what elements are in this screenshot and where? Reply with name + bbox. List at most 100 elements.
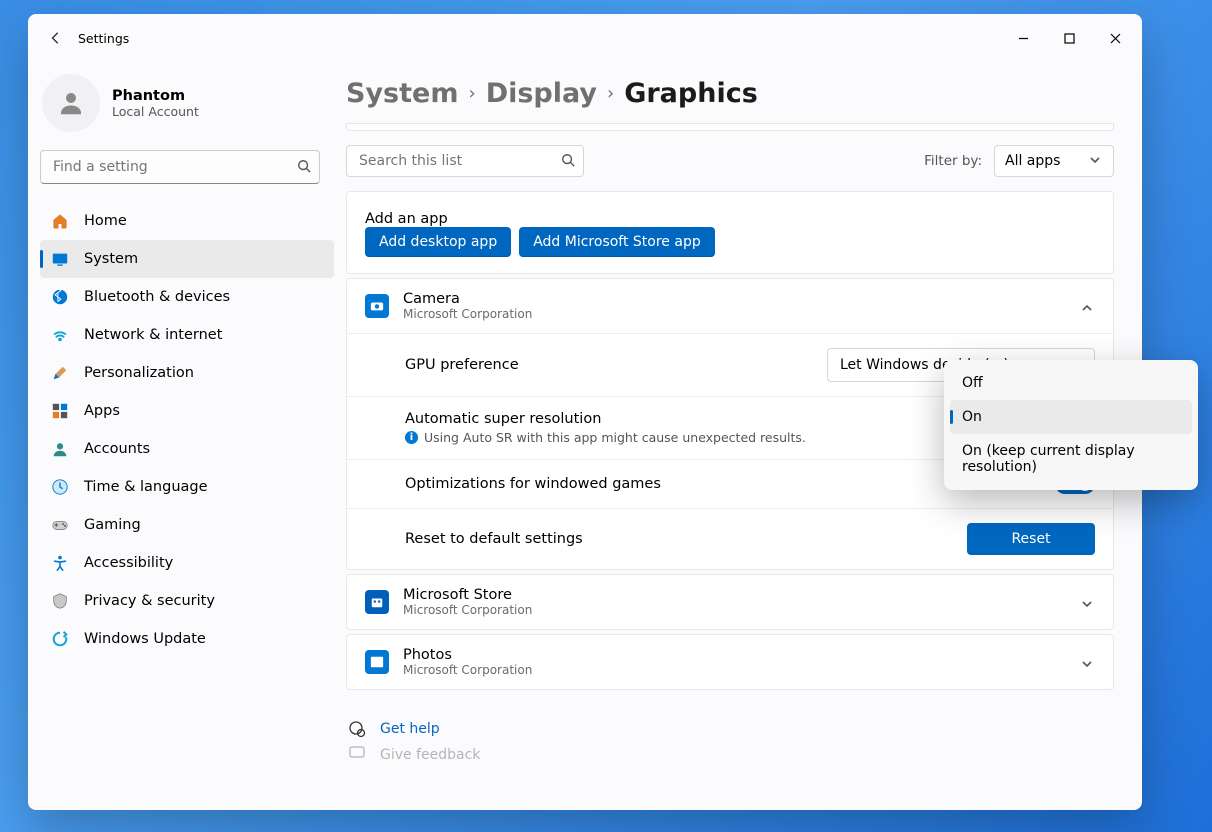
add-store-app-button[interactable]: Add Microsoft Store app: [519, 227, 715, 257]
app-header-camera[interactable]: Camera Microsoft Corporation: [347, 279, 1113, 333]
chevron-right-icon: ›: [468, 83, 475, 104]
search-icon: [561, 152, 575, 171]
nav-item-gaming[interactable]: Gaming: [40, 506, 334, 544]
bluetooth-icon: [50, 287, 70, 307]
filter-row: Filter by: All apps: [346, 145, 1114, 177]
breadcrumb-display[interactable]: Display: [486, 78, 597, 109]
filter-select-value: All apps: [1005, 153, 1060, 169]
menu-item[interactable]: Off: [950, 366, 1192, 400]
nav-list: Home System Bluetooth & devices Network & i…: [40, 202, 334, 658]
nav-item-label: System: [84, 251, 138, 267]
titlebar: Settings: [28, 14, 1142, 62]
system-icon: [50, 249, 70, 269]
app-card-photos[interactable]: Photos Microsoft Corporation: [346, 634, 1114, 690]
nav-item-label: Time & language: [84, 479, 208, 495]
photos-icon: [365, 650, 389, 674]
asr-dropdown-menu[interactable]: OffOnOn (keep current display resolution…: [944, 360, 1198, 490]
sidebar: Phantom Local Account Home System Bluetoot…: [28, 62, 346, 810]
give-feedback-link[interactable]: Give feedback: [380, 747, 480, 763]
search-icon: [297, 158, 311, 177]
profile-subtitle: Local Account: [112, 104, 199, 119]
chevron-right-icon: ›: [607, 83, 614, 104]
chevron-down-icon: [1081, 655, 1095, 669]
nav-item-accounts[interactable]: Accounts: [40, 430, 334, 468]
add-desktop-app-button[interactable]: Add desktop app: [365, 227, 511, 257]
avatar: [42, 74, 100, 132]
nav-item-label: Home: [84, 213, 127, 229]
chevron-down-icon: [1081, 595, 1095, 609]
app-title: Photos: [403, 647, 532, 663]
app-publisher: Microsoft Corporation: [403, 603, 532, 617]
reset-row: Reset to default settings Reset: [347, 509, 1113, 569]
nav-item-label: Gaming: [84, 517, 141, 533]
nav-item-system[interactable]: System: [40, 240, 334, 278]
accounts-icon: [50, 439, 70, 459]
chevron-down-icon: [1089, 154, 1103, 168]
nav-item-personalization[interactable]: Personalization: [40, 354, 334, 392]
app-publisher: Microsoft Corporation: [403, 663, 532, 677]
reset-button[interactable]: Reset: [967, 523, 1095, 555]
nav-item-update[interactable]: Windows Update: [40, 620, 334, 658]
minimize-button[interactable]: [1000, 20, 1046, 56]
nav-item-apps[interactable]: Apps: [40, 392, 334, 430]
nav-item-bluetooth[interactable]: Bluetooth & devices: [40, 278, 334, 316]
nav-item-label: Accounts: [84, 441, 150, 457]
add-app-label: Add an app: [365, 211, 448, 227]
back-button[interactable]: [40, 22, 72, 54]
menu-item[interactable]: On (keep current display resolution): [950, 434, 1192, 484]
help-icon: [348, 720, 366, 738]
app-title: Microsoft Store: [403, 587, 532, 603]
nav-item-label: Network & internet: [84, 327, 222, 343]
find-setting-search[interactable]: [40, 150, 320, 184]
network-icon: [50, 325, 70, 345]
auto-sr-info: i Using Auto SR with this app might caus…: [405, 430, 806, 445]
privacy-icon: [50, 591, 70, 611]
window-controls: [1000, 20, 1138, 56]
nav-item-label: Personalization: [84, 365, 194, 381]
list-search-input[interactable]: [359, 153, 561, 169]
get-help-row[interactable]: Get help: [346, 710, 1114, 738]
reset-label: Reset to default settings: [405, 531, 583, 547]
nav-item-label: Privacy & security: [84, 593, 215, 609]
time-icon: [50, 477, 70, 497]
app-card-store[interactable]: Microsoft Store Microsoft Corporation: [346, 574, 1114, 630]
nav-item-label: Bluetooth & devices: [84, 289, 230, 305]
add-app-card: Add an app Add desktop app Add Microsoft…: [346, 191, 1114, 274]
app-title: Camera: [403, 291, 532, 307]
get-help-link[interactable]: Get help: [380, 721, 440, 737]
nav-item-network[interactable]: Network & internet: [40, 316, 334, 354]
window-title: Settings: [78, 31, 129, 46]
personalization-icon: [50, 363, 70, 383]
info-icon: i: [405, 431, 418, 444]
list-search[interactable]: [346, 145, 584, 177]
filter-select[interactable]: All apps: [994, 145, 1114, 177]
windowed-optimizations-label: Optimizations for windowed games: [405, 476, 661, 492]
breadcrumb-system[interactable]: System: [346, 78, 458, 109]
breadcrumb-graphics: Graphics: [624, 78, 758, 109]
gaming-icon: [50, 515, 70, 535]
nav-item-privacy[interactable]: Privacy & security: [40, 582, 334, 620]
nav-item-label: Apps: [84, 403, 120, 419]
nav-item-label: Accessibility: [84, 555, 173, 571]
gpu-preference-label: GPU preference: [405, 357, 519, 373]
find-setting-input[interactable]: [53, 159, 297, 175]
filter-by-label: Filter by:: [924, 153, 982, 169]
nav-item-accessibility[interactable]: Accessibility: [40, 544, 334, 582]
auto-sr-label: Automatic super resolution: [405, 411, 806, 427]
accessibility-icon: [50, 553, 70, 573]
menu-item[interactable]: On: [950, 400, 1192, 434]
give-feedback-row[interactable]: Give feedback: [346, 738, 1114, 766]
breadcrumb: System › Display › Graphics: [346, 78, 1114, 109]
apps-icon: [50, 401, 70, 421]
close-button[interactable]: [1092, 20, 1138, 56]
truncated-card-above: [346, 123, 1114, 131]
profile-name: Phantom: [112, 88, 199, 104]
chevron-up-icon: [1081, 299, 1095, 313]
profile[interactable]: Phantom Local Account: [40, 66, 334, 148]
nav-item-time[interactable]: Time & language: [40, 468, 334, 506]
app-publisher: Microsoft Corporation: [403, 307, 532, 321]
maximize-button[interactable]: [1046, 20, 1092, 56]
feedback-icon: [348, 744, 366, 766]
camera-icon: [365, 294, 389, 318]
nav-item-home[interactable]: Home: [40, 202, 334, 240]
